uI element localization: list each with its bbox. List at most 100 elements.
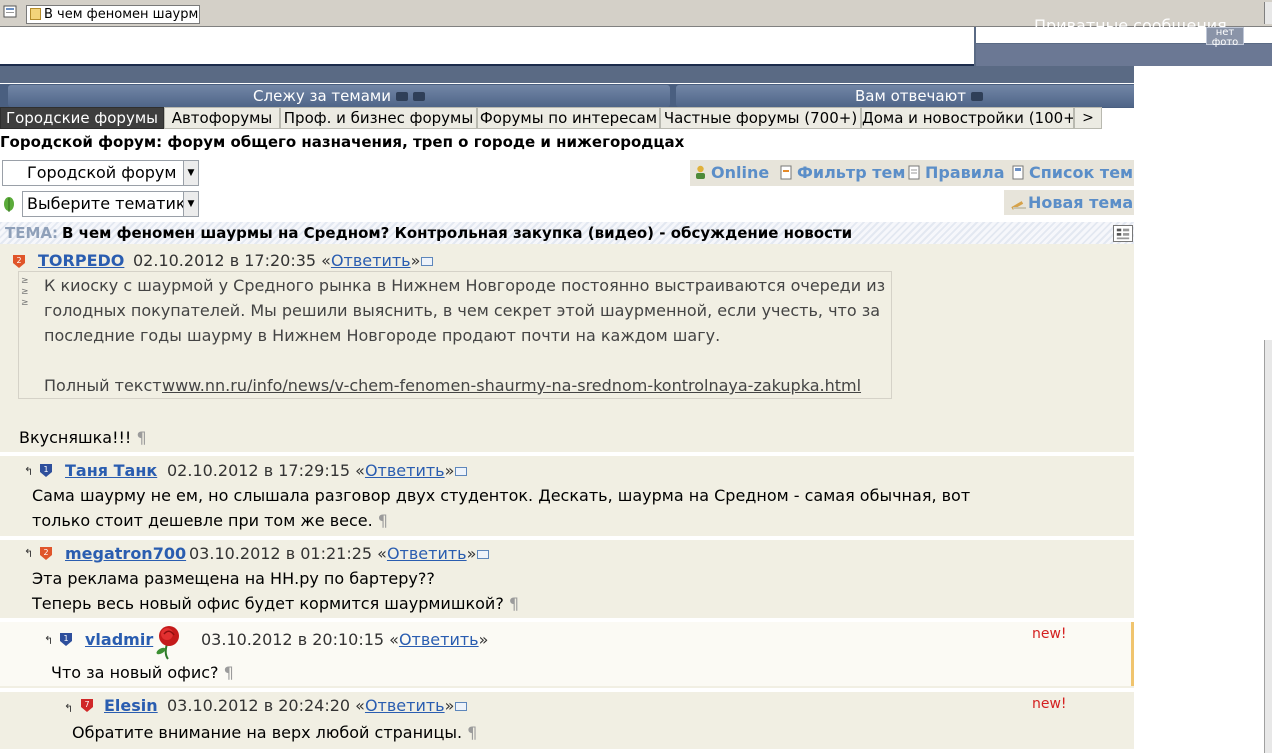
topics-list-label: Список тем: [1029, 163, 1134, 182]
svg-text:1: 1: [63, 634, 68, 643]
svg-text:1: 1: [43, 465, 48, 474]
post-meta: 03.10.2012 в 01:21:25 «Ответить»: [189, 544, 490, 563]
private-messages-link[interactable]: Приватные сообщения: [1034, 16, 1227, 35]
chevron-down-icon: ▼: [183, 161, 198, 185]
quote-line: К киоску с шаурмой у Средного рынка в Ни…: [44, 276, 886, 295]
tab-auto-forums[interactable]: Автофорумы: [164, 107, 280, 129]
svg-text:2: 2: [43, 548, 48, 557]
new-badge: new!: [1032, 696, 1067, 712]
post-author[interactable]: TORPEDO: [38, 251, 124, 270]
rules-link[interactable]: Правила: [908, 163, 1005, 182]
post-text: Что за новый офис? ¶: [51, 660, 234, 685]
topic-options-icon[interactable]: [1113, 225, 1133, 242]
new-badge: new!: [1032, 626, 1067, 642]
post-text-line: только стоит дешевле при том же весе.: [32, 511, 373, 530]
window-edge: [1264, 2, 1272, 24]
post-text: Обратите внимание на верх любой страницы…: [72, 720, 477, 745]
post-author[interactable]: vladmir: [85, 630, 153, 649]
news-quote-text: К киоску с шаурмой у Средного рынка в Ни…: [44, 273, 885, 348]
filter-icon: [780, 165, 792, 180]
rank-badge-icon: 2: [13, 255, 25, 268]
post-text-line: Что за новый офис?: [51, 663, 219, 682]
post-separator: [0, 536, 1134, 540]
online-label: Online: [711, 163, 770, 182]
post-text-line: Обратите внимание на верх любой страницы…: [72, 723, 463, 742]
news-link[interactable]: www.nn.ru/info/news/v-chem-fenomen-shaur…: [162, 373, 861, 398]
permalink-icon[interactable]: ¶: [467, 723, 477, 742]
tabs-next-button[interactable]: >: [1074, 107, 1102, 129]
svg-text:7: 7: [84, 700, 89, 709]
quote-full-label: Полный текст: [44, 376, 162, 395]
post-meta: 03.10.2012 в 20:24:20 «Ответить»: [167, 696, 468, 715]
filter-link[interactable]: Фильтр тем: [780, 163, 905, 182]
replies-section[interactable]: Вам отвечают: [676, 85, 1162, 107]
theme-select[interactable]: Выберите тематику ▼: [22, 191, 199, 217]
mail-icon: [412, 92, 425, 101]
new-topic-label: Новая тема: [1028, 193, 1134, 212]
scrollbar[interactable]: [1264, 340, 1272, 753]
forum-select-value: Городской форум: [27, 163, 177, 182]
rank-badge-icon: 2: [40, 547, 52, 560]
reply-link[interactable]: Ответить: [331, 251, 411, 270]
reply-arrow-icon: ↰: [24, 465, 34, 478]
post-separator: [0, 688, 1134, 692]
new-topic-button[interactable]: Новая тема: [1010, 193, 1133, 212]
permalink-icon[interactable]: ¶: [136, 428, 146, 447]
tracking-section[interactable]: Слежу за темами: [8, 85, 670, 107]
rose-icon: [156, 626, 179, 660]
rank-badge-icon: 1: [60, 633, 72, 646]
post-text: Эта реклама размещена на НН.ру по бартер…: [32, 566, 519, 616]
theme-select-value: Выберите тематику: [27, 194, 196, 213]
forum-select[interactable]: Городской форум ▼: [2, 160, 199, 186]
mail-icon[interactable]: [477, 550, 490, 559]
post-date: 03.10.2012 в 20:24:20: [167, 696, 351, 715]
post-text-line: Вкусняшка!!!: [19, 428, 132, 447]
permalink-icon[interactable]: ¶: [378, 511, 388, 530]
document-tab[interactable]: В чем феномен шаурмы ...: [26, 5, 200, 24]
mail-icon[interactable]: [455, 702, 468, 711]
post-author[interactable]: Elesin: [104, 696, 158, 715]
chevron-down-icon: ▼: [183, 192, 198, 216]
tab-private-forums[interactable]: Частные форумы (700+): [660, 107, 861, 129]
permalink-icon[interactable]: ¶: [224, 663, 234, 682]
svg-text:2: 2: [16, 256, 21, 265]
post-author[interactable]: Таня Танк: [65, 461, 157, 480]
post-text-line: Эта реклама размещена на НН.ру по бартер…: [32, 569, 435, 588]
post-author[interactable]: megatron700: [65, 544, 186, 563]
tab-business-forums[interactable]: Проф. и бизнес форумы: [280, 107, 477, 129]
tab-interest-forums[interactable]: Форумы по интересам: [477, 107, 660, 129]
reply-link[interactable]: Ответить: [399, 630, 479, 649]
post-date: 02.10.2012 в 17:29:15: [167, 461, 351, 480]
post-date: 02.10.2012 в 17:20:35: [133, 251, 317, 270]
browser-menu-icon[interactable]: [3, 4, 19, 20]
post-date: 03.10.2012 в 01:21:25: [189, 544, 373, 563]
list-icon: [1012, 165, 1024, 180]
post-meta: 02.10.2012 в 17:20:35 «Ответить»: [133, 251, 434, 270]
post-text: Сама шаурму не ем, но слышала разговор д…: [32, 483, 970, 533]
topics-list-link[interactable]: Список тем: [1012, 163, 1133, 182]
reply-arrow-icon: ↰: [24, 547, 34, 560]
rules-label: Правила: [925, 163, 1005, 182]
post-separator: [0, 749, 1134, 753]
theme-icon: [4, 197, 14, 212]
post-text: Вкусняшка!!! ¶: [19, 425, 147, 450]
reply-arrow-icon: ↰: [64, 702, 74, 715]
tab-homes-forums[interactable]: Дома и новостройки (100+: [861, 107, 1074, 129]
quote-mark-icon: ≥ ≥ ≥: [21, 276, 29, 308]
user-icon: [696, 165, 705, 179]
topic-label: ТЕМА:: [5, 224, 59, 242]
mail-icon[interactable]: [455, 467, 468, 476]
topic-title: В чем феномен шаурмы на Средном? Контрол…: [62, 224, 853, 242]
tab-city-forums[interactable]: Городские форумы: [0, 107, 164, 129]
permalink-icon[interactable]: ¶: [509, 594, 519, 613]
reply-link[interactable]: Ответить: [387, 544, 467, 563]
reply-arrow-icon: ↰: [44, 634, 54, 647]
post-date: 03.10.2012 в 20:10:15: [201, 630, 385, 649]
post-text-line-wrap: Теперь весь новый офис будет кормится ша…: [32, 591, 519, 616]
reply-link[interactable]: Ответить: [365, 696, 445, 715]
online-link[interactable]: Online: [694, 163, 769, 182]
avatar[interactable]: нет фото: [1206, 27, 1244, 48]
mail-icon[interactable]: [421, 257, 434, 266]
reply-link[interactable]: Ответить: [365, 461, 445, 480]
post-text-line: Сама шаурму не ем, но слышала разговор д…: [32, 486, 971, 505]
